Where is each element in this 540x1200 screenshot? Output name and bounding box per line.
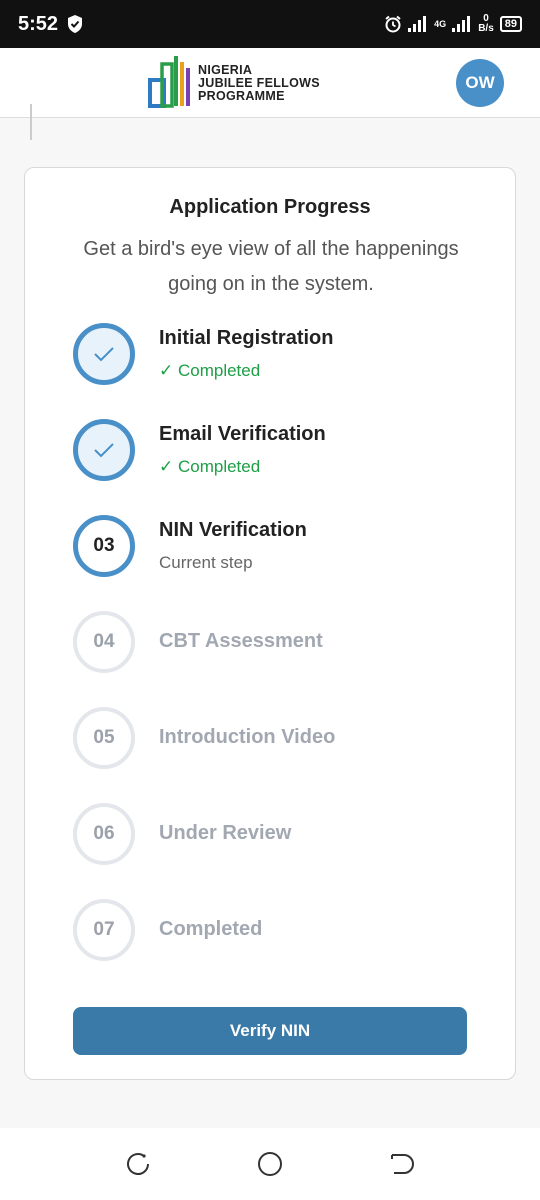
logo-line-1: NIGERIA	[198, 62, 253, 77]
progress-step-initial-registration: Initial Registration ✓ Completed	[73, 323, 493, 387]
step-number: 04	[73, 611, 135, 673]
user-avatar[interactable]: OW	[456, 59, 504, 107]
step-title: Initial Registration	[159, 327, 334, 349]
alarm-icon	[385, 15, 401, 33]
logo-line-2: JUBILEE FELLOWS	[198, 75, 320, 90]
step-number: 07	[73, 899, 135, 961]
step-status: ✓ Completed	[159, 361, 261, 380]
progress-step-email-verification: Email Verification ✓ Completed	[73, 419, 493, 483]
step-title: Introduction Video	[159, 726, 336, 748]
divider	[30, 104, 32, 140]
system-nav-bar	[0, 1128, 540, 1200]
logo-text: NIGERIA JUBILEE FELLOWS PROGRAMME	[198, 62, 320, 103]
verify-nin-button[interactable]: Verify NIN	[73, 1007, 467, 1055]
progress-step-introduction-video: 05 Introduction Video	[73, 707, 493, 771]
step-title: Email Verification	[159, 423, 326, 445]
step-title: Under Review	[159, 822, 292, 844]
network-type: 4G	[434, 18, 447, 29]
signal-icon-secondary	[452, 16, 471, 32]
progress-step-completed: 07 Completed	[73, 899, 493, 963]
net-speed-unit: B/s	[478, 23, 494, 34]
step-status: Current step	[159, 553, 253, 572]
card-subtitle: Get a bird's eye view of all the happeni…	[83, 238, 459, 295]
step-number: 05	[73, 707, 135, 769]
shield-check-icon	[68, 15, 83, 33]
application-progress-card: Application Progress Get a bird's eye vi…	[24, 167, 516, 1080]
progress-step-under-review: 06 Under Review	[73, 803, 493, 867]
step-number: 06	[73, 803, 135, 865]
step-title: NIN Verification	[159, 519, 307, 541]
signal-icon	[408, 16, 427, 32]
step-title: Completed	[159, 918, 263, 940]
back-icon[interactable]	[388, 1150, 416, 1178]
step-check-icon	[73, 419, 135, 481]
app-header: NIGERIA JUBILEE FELLOWS PROGRAMME OW	[0, 48, 540, 118]
progress-step-nin-verification: 03 NIN Verification Current step	[73, 515, 493, 579]
home-icon[interactable]	[256, 1150, 284, 1178]
progress-step-cbt-assessment: 04 CBT Assessment	[73, 611, 493, 675]
net-speed: 0 B/s	[478, 14, 494, 34]
step-check-icon	[73, 323, 135, 385]
battery-indicator: 89	[499, 16, 522, 32]
step-status: ✓ Completed	[159, 457, 261, 476]
status-bar: 5:52 4G 0 B/s 89	[0, 0, 540, 48]
programme-logo[interactable]: NIGERIA JUBILEE FELLOWS PROGRAMME	[148, 54, 320, 112]
logo-line-3: PROGRAMME	[198, 88, 285, 103]
status-time: 5:52	[18, 12, 59, 35]
logo-bars-icon	[148, 56, 190, 108]
recents-icon[interactable]	[124, 1150, 152, 1178]
step-title: CBT Assessment	[159, 630, 323, 652]
step-number: 03	[73, 515, 135, 577]
card-title: Application Progress	[169, 196, 371, 218]
